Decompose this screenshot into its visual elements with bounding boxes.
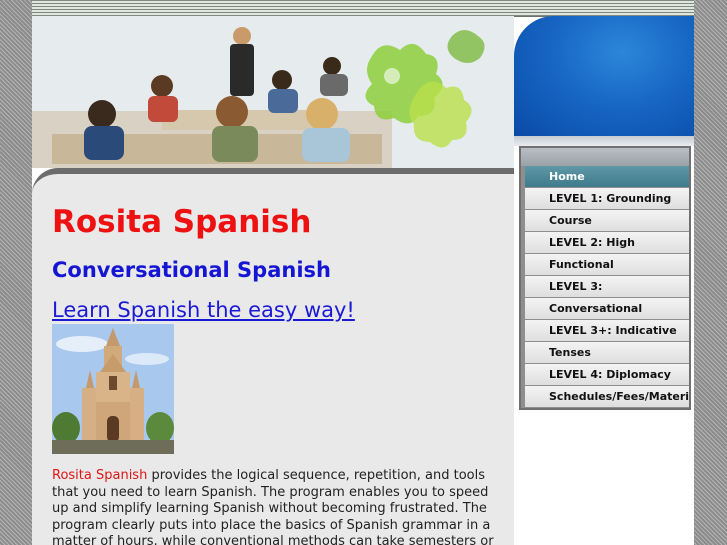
nav-item-level-2[interactable]: LEVEL 2: High (525, 232, 689, 253)
nav-item-level-1-cont[interactable]: Course (525, 210, 689, 231)
cathedral-photo (52, 324, 174, 454)
nav-item-level-3-cont[interactable]: Conversational (525, 298, 689, 319)
header-divider (514, 136, 694, 146)
nav-item-level-2-cont[interactable]: Functional (525, 254, 689, 275)
top-stripe (32, 0, 694, 17)
site-title: Rosita Spanish (52, 204, 312, 240)
nav-item-level-4[interactable]: LEVEL 4: Diplomacy (525, 364, 689, 385)
cathedral-illustration (52, 324, 174, 454)
classroom-illustration (32, 16, 514, 168)
program-description: Rosita Spanish provides the logical sequ… (52, 468, 508, 545)
description-highlight: Rosita Spanish (52, 468, 148, 483)
nav-item-level-3-plus-cont[interactable]: Tenses (525, 342, 689, 363)
main-content: Rosita Spanish Conversational Spanish Le… (32, 168, 514, 545)
site-subtitle: Conversational Spanish (52, 258, 331, 282)
nav-item-level-3[interactable]: LEVEL 3: (525, 276, 689, 297)
sidebar-nav: Home LEVEL 1: Grounding Course LEVEL 2: … (519, 146, 691, 410)
nav-item-schedules[interactable]: Schedules/Fees/Materials (525, 386, 689, 407)
learn-spanish-link[interactable]: Learn Spanish the easy way! (52, 298, 355, 322)
nav-header-bar (521, 148, 689, 166)
nav-item-home[interactable]: Home (525, 166, 689, 187)
header-blue-panel (514, 16, 694, 136)
nav-item-level-1[interactable]: LEVEL 1: Grounding (525, 188, 689, 209)
page: Rosita Spanish Conversational Spanish Le… (32, 0, 694, 545)
nav-item-level-3-plus[interactable]: LEVEL 3+: Indicative (525, 320, 689, 341)
header-classroom-image (32, 16, 514, 168)
nav-list: Home LEVEL 1: Grounding Course LEVEL 2: … (521, 166, 689, 407)
